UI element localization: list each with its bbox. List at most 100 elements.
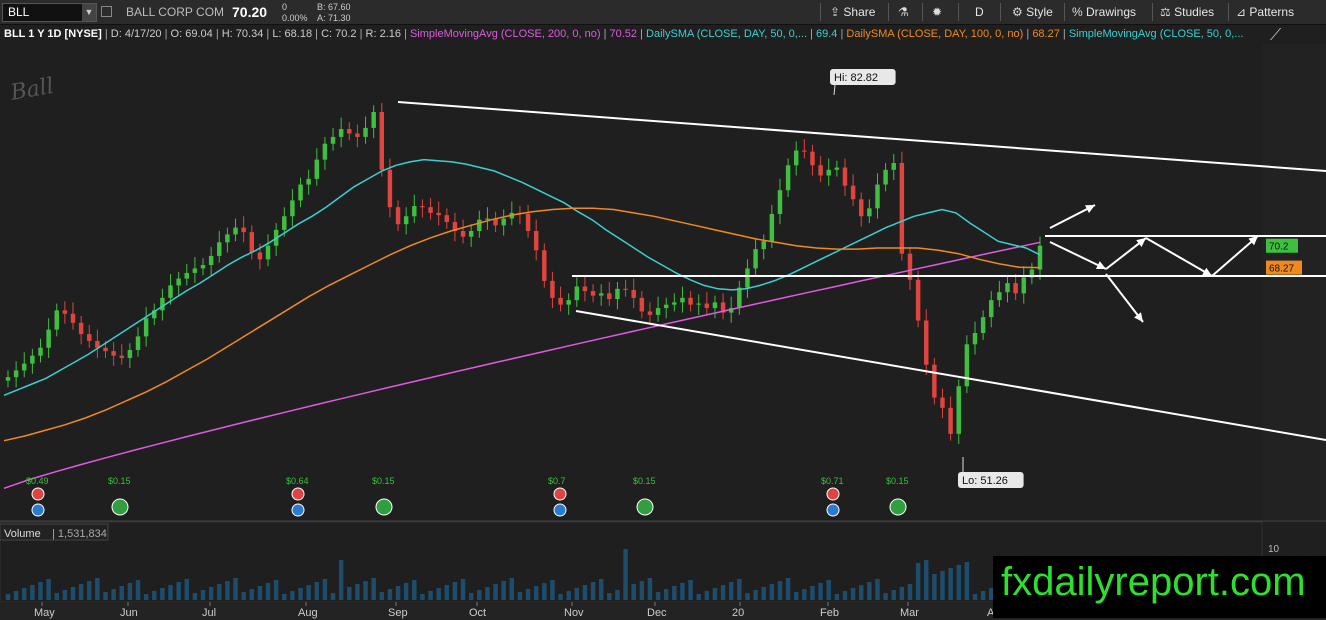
last-price-tag bbox=[1266, 238, 1298, 253]
volume-bar bbox=[5, 594, 11, 600]
sma100-tag bbox=[1266, 260, 1302, 275]
settings-button[interactable]: ✹ bbox=[932, 0, 942, 24]
volume-axis-label: 10 bbox=[1268, 544, 1280, 555]
candle-body bbox=[176, 278, 181, 286]
scenario-arrow-zig1 bbox=[1049, 241, 1107, 270]
symbol-input[interactable]: BLL ▼ bbox=[2, 3, 97, 22]
candle-body bbox=[696, 303, 701, 305]
candle-body bbox=[712, 302, 718, 309]
volume-bar bbox=[379, 592, 385, 600]
style-button[interactable]: ⚙ Style bbox=[1012, 0, 1053, 24]
info-close: C: 70.2 bbox=[321, 28, 357, 40]
volume-bar bbox=[54, 593, 59, 600]
volume-value: | 1,531,834 bbox=[52, 528, 107, 540]
volume-bar bbox=[858, 585, 864, 600]
toolbar: BLL ▼ BALL CORP COM 70.20 0 0.00% B: 67.… bbox=[0, 0, 1326, 25]
dsma100-value: 68.27 bbox=[1032, 28, 1060, 40]
volume-bar bbox=[769, 584, 775, 600]
volume-bar bbox=[306, 585, 311, 600]
style-icon: ⚙ bbox=[1012, 5, 1023, 19]
expiration-label: 12/20/19 bbox=[692, 456, 703, 495]
dividend-label: $0.15 bbox=[108, 476, 131, 486]
scenario-arrow-zig4-head bbox=[1248, 236, 1258, 246]
volume-bar bbox=[924, 560, 929, 600]
earnings-icon bbox=[31, 487, 45, 501]
volume-bar bbox=[119, 586, 124, 600]
volume-bar bbox=[355, 584, 360, 600]
x-tick-label: 20 bbox=[732, 607, 744, 619]
candle-body bbox=[208, 255, 214, 265]
period-button[interactable]: D bbox=[975, 0, 984, 24]
scenario-arrow-up bbox=[1049, 204, 1096, 229]
candle-body bbox=[103, 347, 108, 352]
volume-bar bbox=[542, 583, 547, 600]
studies-button[interactable]: ⚖ Studies bbox=[1160, 0, 1214, 24]
candle-body bbox=[241, 227, 246, 233]
sma50-label: SimpleMovingAvg (CLOSE, 50, 0,... bbox=[1068, 28, 1244, 40]
volume-bar bbox=[192, 593, 198, 600]
volume-bar bbox=[745, 593, 750, 600]
candle-body bbox=[566, 300, 571, 305]
expiration-label: 5/3/19 bbox=[73, 467, 84, 495]
watermark-text: fxdailyreport.com bbox=[1001, 560, 1306, 604]
share-button[interactable]: ⇪ Share bbox=[830, 0, 875, 24]
news-icon bbox=[553, 503, 567, 517]
volume-bar bbox=[160, 588, 165, 600]
drawings-button[interactable]: % Drawings bbox=[1072, 0, 1136, 24]
volume-bar bbox=[818, 583, 823, 600]
dividend-label: $0.15 bbox=[372, 476, 395, 486]
volume-bar bbox=[753, 590, 758, 600]
share-label: Share bbox=[843, 5, 876, 19]
earnings-icon bbox=[553, 487, 567, 501]
volume-bar bbox=[184, 579, 190, 600]
volume-bar bbox=[525, 589, 531, 600]
drawings-icon: % bbox=[1072, 5, 1083, 19]
candle-body bbox=[647, 311, 653, 315]
volume-bar bbox=[663, 589, 669, 600]
candle-body bbox=[867, 208, 872, 217]
candle-body bbox=[761, 241, 766, 250]
price-chart[interactable]: 50 60 70 80 5/3/19 6/21/19 7/19/19 8/16/19 9/20/… bbox=[0, 0, 1326, 620]
symbol-lookup-icon[interactable] bbox=[101, 0, 112, 24]
candle-body bbox=[282, 216, 287, 230]
volume-bar bbox=[517, 592, 523, 600]
candle-body bbox=[1021, 277, 1026, 294]
study-info-bar: BLL 1 Y 1D [NYSE] | D: 4/17/20 | O: 69.0… bbox=[4, 28, 1244, 40]
candle-body bbox=[298, 184, 303, 201]
info-date: D: 4/17/20 bbox=[110, 28, 162, 40]
volume-bar bbox=[550, 580, 555, 600]
volume-bar bbox=[810, 586, 815, 600]
x-tick-label: Feb bbox=[820, 607, 839, 619]
volume-bar bbox=[948, 568, 953, 600]
y-tick-label: 60 bbox=[1268, 356, 1280, 368]
volume-bar bbox=[371, 578, 376, 600]
flask-button[interactable]: ⚗ bbox=[898, 0, 909, 24]
volume-bar bbox=[233, 578, 238, 600]
volume-bar bbox=[566, 591, 571, 600]
scenario-arrow-zig1-head bbox=[1096, 261, 1106, 270]
candle-body bbox=[273, 229, 279, 246]
volume-bar bbox=[932, 574, 937, 600]
info-high: H: 70.34 bbox=[221, 28, 264, 40]
candle-body bbox=[22, 363, 27, 371]
volume-bar bbox=[777, 581, 783, 600]
symbol-dropdown-icon[interactable]: ▼ bbox=[82, 4, 96, 21]
volume-bar bbox=[607, 593, 612, 600]
candle-body bbox=[850, 185, 856, 200]
candle-body bbox=[704, 303, 710, 309]
candle-body bbox=[810, 151, 815, 166]
patterns-button[interactable]: ⊿ Patterns bbox=[1236, 0, 1294, 24]
candle-body bbox=[533, 231, 539, 251]
chart-title: BLL 1 Y 1D [NYSE] bbox=[4, 28, 102, 40]
candle-body bbox=[412, 206, 417, 217]
candle-body bbox=[972, 333, 978, 345]
candle-body bbox=[485, 218, 490, 220]
volume-bar bbox=[761, 587, 766, 600]
volume-bar bbox=[598, 579, 604, 600]
expiration-label: 9/20/19 bbox=[426, 461, 437, 495]
candle-body bbox=[290, 200, 295, 217]
candle-body bbox=[54, 310, 59, 330]
candle-body bbox=[688, 297, 693, 305]
candle-body bbox=[233, 227, 238, 235]
share-icon: ⇪ bbox=[830, 5, 841, 19]
